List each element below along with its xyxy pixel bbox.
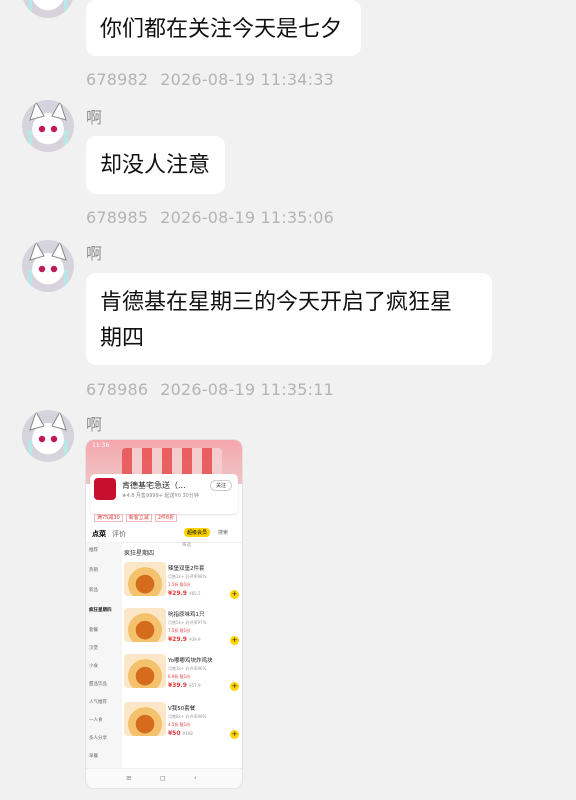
kfc-logo-icon [94,478,116,500]
message-bubble[interactable]: 你们都在关注今天是七夕 [86,0,361,56]
shot-side-item: 多人分享 [89,736,107,741]
home-icon: ◻ [160,774,166,782]
message-text-line: 期四 [100,326,145,351]
shot-promo: 新客立减 [125,514,152,522]
shot-item-price: ¥29.9 ¥39.9 [168,636,201,643]
menu-icon: ≡ [126,774,132,782]
shot-store-name: 肯德基宅急送（... [122,481,186,490]
shot-item-desc: 月售1k+ 好评率98% [168,574,207,579]
shot-side-item: 疯狂星期四 [89,608,112,613]
message-id: 678982 [86,70,149,89]
shot-price: ¥29.9 [168,590,187,597]
shot-member-pill: 超级会员 [184,528,211,537]
shot-side-item: 小食 [89,664,98,669]
shot-tab: 评价 [112,530,126,538]
shot-search: 搜索 [218,530,229,536]
shot-item-name: 吮指原味鸡1只 [168,612,205,618]
shot-side-item: 新品 [89,588,98,593]
shot-side-item: 早餐 [89,754,98,759]
message-time: 2026-08-19 11:35:06 [160,208,335,227]
shot-item-desc: 月售3k+ 好评率96% [168,666,207,671]
shot-old-price: ¥57.9 [189,683,201,688]
sender-name: 啊 [86,415,103,434]
food-image [124,608,166,642]
shot-item-name: 辣堡双堡2件套 [168,566,205,572]
message-bubble[interactable]: 却没人注意 [86,136,225,194]
shot-side-item: 人气推荐 [89,700,107,705]
shot-item-desc: 月售8k+ 好评率99% [168,714,207,719]
shot-old-price: ¥65.5 [189,591,201,596]
message-bubble[interactable]: 肯德基在星期三的今天开启了疯狂星 期四 [86,273,492,365]
back-icon: ‹ [194,774,197,782]
message-meta: 678986 2026-08-19 11:35:11 [86,380,334,399]
shot-category-sidebar: 推荐 热销 新品 疯狂星期四 套餐 汉堡 小食 甜品饮品 人气推荐 一人食 多人… [86,542,122,768]
shot-store-sub: ★4.8 月售9999+ 起送¥0 30分钟 [122,493,199,499]
shot-tab: 点菜 [92,530,106,538]
shot-menu-list: 筛选 疯狂星期四 辣堡双堡2件套 月售1k+ 好评率98% 1.5折 限1份 ¥… [122,542,242,768]
shot-item-name: Yo嘟嘟鸡块炸鸡块 [168,658,213,664]
message-meta: 678985 2026-08-19 11:35:06 [86,208,334,227]
shot-side-item: 套餐 [89,628,98,633]
shot-filter: 筛选 [182,543,191,548]
shot-item-tag: 7.5折 限1份 [168,628,191,633]
shot-item-price: ¥50 ¥108 [168,730,193,737]
shot-item-tag: 6.9折 限1份 [168,674,191,679]
chat-window: 你们都在关注今天是七夕 678982 2026-08-19 11:34:33 啊 … [0,0,576,800]
avatar[interactable] [22,240,74,292]
shot-old-price: ¥108 [182,731,193,736]
message-time: 2026-08-19 11:34:33 [160,70,335,89]
shot-follow-button: 关注 [209,480,232,491]
shot-side-item: 汉堡 [89,646,98,651]
image-message[interactable]: 11:36 肯德基宅急送（... ★4.8 月售9999+ 起送¥0 30分钟 … [86,440,242,788]
message-id: 678985 [86,208,149,227]
shot-section-title: 疯狂星期四 [124,550,155,557]
shot-item-desc: 月售5k+ 好评率97% [168,620,207,625]
food-image [124,562,166,596]
food-image [124,654,166,688]
shot-promos: 满75减30 新客立减 2件8折 [94,514,180,522]
message-text-line: 肯德基在星期三的今天开启了疯狂星 [100,290,453,315]
shot-item-price: ¥29.9 ¥65.5 [168,590,201,597]
shot-side-item: 热销 [89,568,98,573]
add-item-icon: + [230,636,239,645]
sender-name: 啊 [86,244,103,263]
message-time: 2026-08-19 11:35:11 [160,380,335,399]
shot-side-item: 甜品饮品 [89,682,107,687]
avatar-image [28,410,68,458]
shot-item-tag: 4.5折 限1份 [168,722,191,727]
shot-side-item: 一人食 [89,718,103,723]
shot-old-price: ¥39.9 [189,637,201,642]
avatar[interactable] [22,0,74,18]
shot-side-item: 推荐 [89,548,98,553]
food-image [124,702,166,736]
add-item-icon: + [230,682,239,691]
shot-promo: 满75减30 [94,514,123,522]
add-item-icon: + [230,730,239,739]
shot-status-time: 11:36 [92,442,110,449]
shot-promo: 2件8折 [154,514,178,522]
avatar-image [28,100,68,148]
message-text: 却没人注意 [100,153,211,178]
shot-price: ¥29.9 [168,636,187,643]
shot-tabs: 点菜 评价 超级会员 搜索 [86,524,242,543]
shot-item-name: V我50套餐 [168,706,196,712]
message-text: 你们都在关注今天是七夕 [100,17,343,42]
add-item-icon: + [230,590,239,599]
shot-price: ¥39.9 [168,682,187,689]
avatar[interactable] [22,100,74,152]
shot-nav-bar: ≡ ◻ ‹ [86,768,242,788]
shot-price: ¥50 [168,730,181,737]
avatar-image [28,0,68,14]
shot-item-tag: 1.5折 限1份 [168,582,191,587]
sender-name: 啊 [86,108,103,127]
message-meta: 678982 2026-08-19 11:34:33 [86,70,334,89]
message-id: 678986 [86,380,149,399]
shot-item-price: ¥39.9 ¥57.9 [168,682,201,689]
avatar-image [28,240,68,288]
avatar[interactable] [22,410,74,462]
shot-store-card: 肯德基宅急送（... ★4.8 月售9999+ 起送¥0 30分钟 关注 [90,474,238,514]
